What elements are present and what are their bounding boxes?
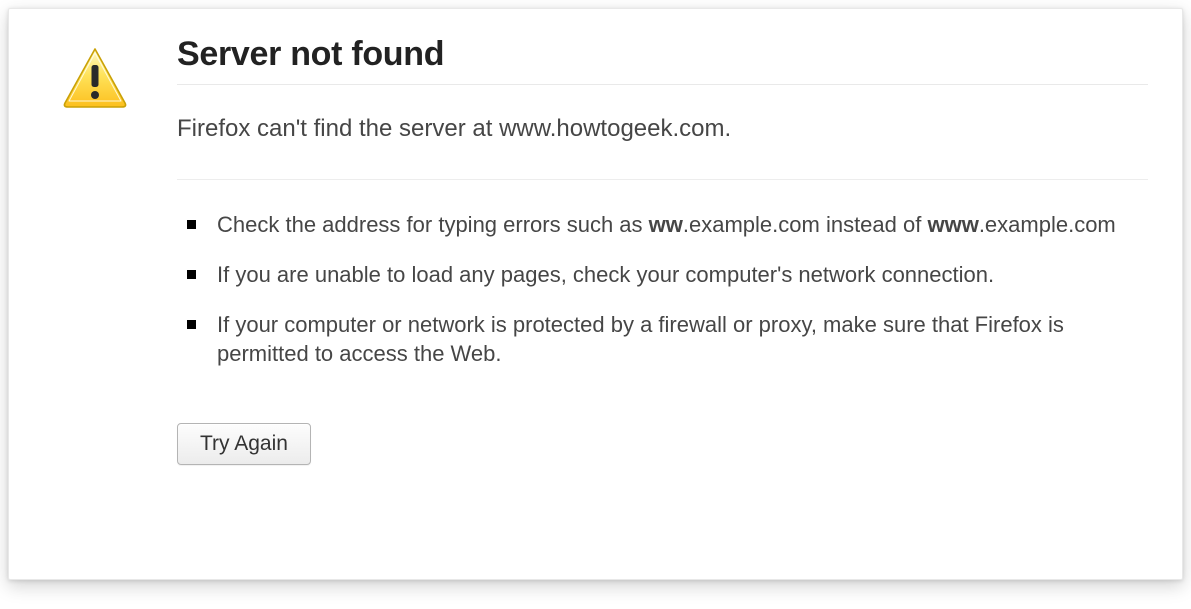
hint-list: Check the address for typing errors such… <box>177 210 1148 369</box>
subtitle-suffix: . <box>725 115 732 142</box>
hint-text: If your computer or network is protected… <box>217 312 1064 367</box>
error-subtitle: Firefox can't find the server at www.how… <box>177 113 1148 145</box>
error-card: Server not found Firefox can't find the … <box>8 8 1183 580</box>
error-content: Server not found Firefox can't find the … <box>177 35 1154 549</box>
hint-text: .example.com instead of <box>683 212 928 237</box>
warning-icon <box>59 102 131 119</box>
hint-text: If you are unable to load any pages, che… <box>217 262 994 287</box>
subtitle-host: www.howtogeek.com <box>499 115 724 142</box>
hint-text: Check the address for typing errors such… <box>217 212 649 237</box>
error-title: Server not found <box>177 35 1148 74</box>
try-again-button[interactable]: Try Again <box>177 423 311 465</box>
hint-text: .example.com <box>979 212 1116 237</box>
typo-good: www <box>927 212 978 237</box>
icon-column <box>59 35 131 549</box>
typo-bad: ww <box>649 212 683 237</box>
list-item: If your computer or network is protected… <box>187 310 1148 369</box>
subtitle-prefix: Firefox can't find the server at <box>177 115 499 142</box>
list-item: If you are unable to load any pages, che… <box>187 260 1148 290</box>
list-item: Check the address for typing errors such… <box>187 210 1148 240</box>
divider <box>177 84 1148 85</box>
divider <box>177 179 1148 180</box>
